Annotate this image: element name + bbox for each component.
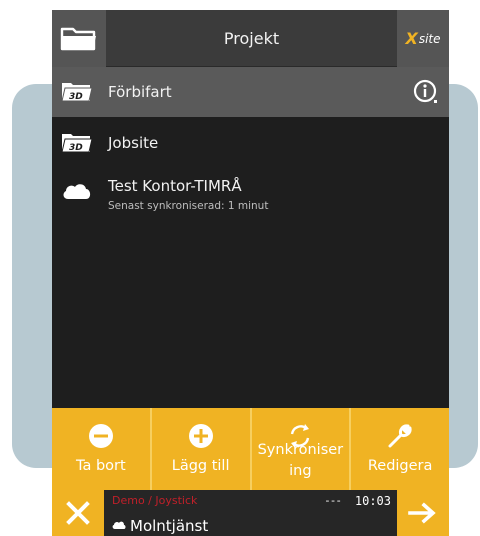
list-item-test-kontor[interactable]: Test Kontor-TIMRÅ Senast synkroniserad: … [52,169,449,221]
mode-label: Demo / Joystick [112,494,198,507]
folder-3d-icon: 3D [61,134,93,153]
page-title: Projekt [223,29,280,48]
xsite-logo: Xsite [397,10,449,67]
edit-label: Redigera [367,458,433,474]
project-name: Test Kontor-TIMRÅ [108,177,242,195]
sync-status: Senast synkroniserad: 1 minut [108,200,269,212]
status-info: Demo / Joystick --- 10:03 Molntjänst [104,490,397,536]
open-folder-button[interactable] [52,10,106,67]
list-item-forbifart[interactable]: 3D Förbifart [52,67,449,117]
cloud-icon [63,184,91,199]
delete-button[interactable]: Ta bort [52,408,152,490]
sync-label-line-1: Synkroniser [257,442,344,458]
project-name: Jobsite [108,134,159,152]
project-name: Förbifart [108,83,172,101]
service-label: Molntjänst [130,517,209,535]
device-screen: Projekt Xsite 3D Förbifart 3D Jobsite Te… [52,10,449,536]
arrow-right-icon [408,502,436,524]
add-label: Lägg till [171,458,230,474]
action-toolbar: Ta bort Lägg till Synkroniser ing Redige… [52,408,449,490]
minus-circle-icon [88,424,113,448]
folder-icon [60,27,96,50]
svg-text:3D: 3D [69,143,83,153]
plus-circle-icon [188,424,213,448]
header: Projekt Xsite [52,10,449,67]
sync-label: Synkroniser ing [252,440,350,482]
next-button[interactable] [397,490,449,536]
list-item-jobsite[interactable]: 3D Jobsite [52,117,449,169]
signal-indicator: --- [324,494,342,507]
folder-3d-icon: 3D [61,83,93,102]
logo-x: X [405,29,418,48]
logo-text: site [418,31,441,46]
edit-button[interactable]: Redigera [351,408,449,490]
clock: 10:03 [354,494,391,508]
add-button[interactable]: Lägg till [151,408,252,490]
svg-text:3D: 3D [69,92,83,102]
sync-button[interactable]: Synkroniser ing [251,408,352,490]
cloud-icon [112,521,126,529]
close-button[interactable] [52,490,104,536]
info-icon[interactable] [413,79,439,105]
close-icon [66,501,90,525]
delete-label: Ta bort [76,458,126,474]
wrench-icon [388,424,412,448]
project-list: 3D Förbifart 3D Jobsite Test Kontor-TIMR [52,67,449,221]
sync-label-line-2: ing [289,463,312,479]
status-bar: Demo / Joystick --- 10:03 Molntjänst [52,490,449,536]
